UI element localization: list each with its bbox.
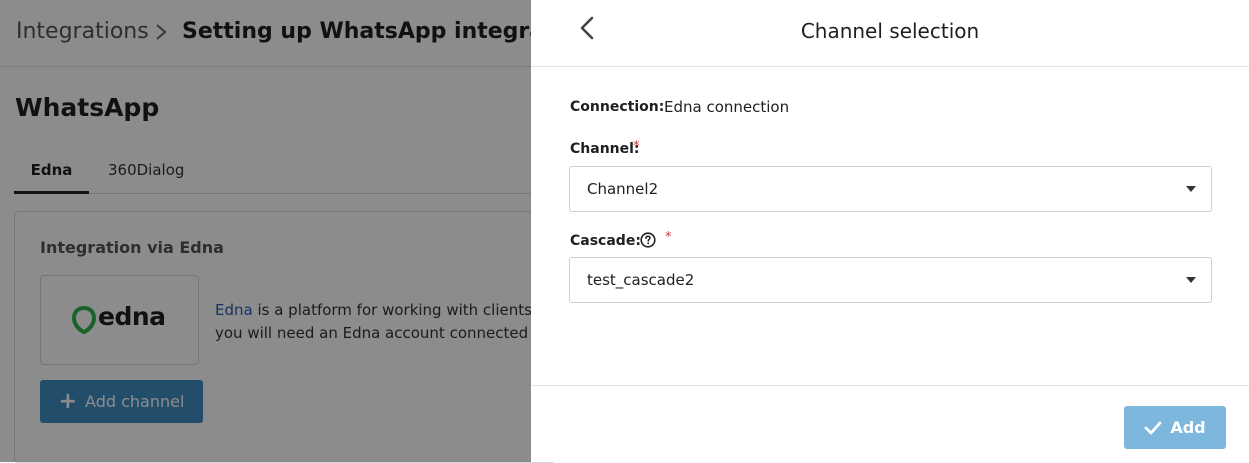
panel-title: Channel selection: [800, 19, 980, 43]
cascade-select-value: test_cascade2: [587, 271, 695, 289]
connection-label: Connection:: [570, 99, 665, 115]
panel-header: Channel selection: [531, 0, 1249, 67]
caret-down-icon: [1186, 277, 1196, 283]
channel-label: Channel:: [570, 141, 640, 157]
required-marker: *: [665, 230, 672, 245]
channel-selection-panel: Channel selection Connection: Edna conne…: [531, 0, 1249, 462]
add-button[interactable]: Add: [1124, 406, 1226, 449]
required-marker: *: [633, 139, 640, 154]
help-icon[interactable]: [640, 232, 656, 248]
cascade-select[interactable]: test_cascade2: [569, 257, 1212, 303]
caret-down-icon: [1186, 186, 1196, 192]
channel-select[interactable]: Channel2: [569, 166, 1212, 212]
add-button-label: Add: [1170, 418, 1206, 437]
channel-select-value: Channel2: [587, 180, 659, 198]
check-icon: [1144, 421, 1162, 434]
connection-value: Edna connection: [664, 98, 790, 116]
footer-divider: [531, 385, 1249, 386]
cascade-label: Cascade:: [570, 233, 641, 249]
